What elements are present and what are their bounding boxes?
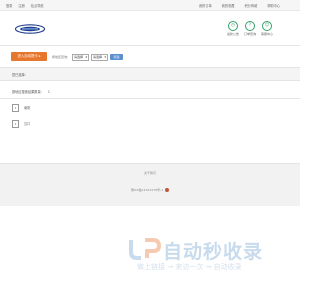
rank-badge: 1: [12, 120, 19, 128]
help-center-link[interactable]: 帮助中心: [267, 4, 280, 8]
support-icon: ☺: [262, 21, 272, 31]
list-item[interactable]: 1 汉口: [12, 120, 30, 128]
icp-record[interactable]: 豫ICP备12021578号-1: [0, 188, 300, 192]
selection-bar: 您已选择：: [0, 67, 300, 81]
site-logo[interactable]: [15, 24, 45, 34]
rank-badge: 1: [12, 104, 19, 112]
list-item-name: 汉口: [24, 122, 31, 126]
my-orders-link[interactable]: 我的订单: [199, 4, 212, 8]
favorites-link[interactable]: 我的收藏: [222, 4, 235, 8]
list-item[interactable]: 1 南阳: [12, 104, 30, 112]
announcement-link[interactable]: ◷ 最新公告: [226, 21, 240, 36]
footer: 关于我们 豫ICP备12021578号-1: [0, 163, 300, 206]
footer-links[interactable]: 关于我们: [0, 171, 300, 175]
results-count: 1: [47, 90, 50, 94]
filter-button[interactable]: 筛选: [110, 54, 123, 60]
login-link[interactable]: 登录: [6, 4, 12, 8]
results-summary: 按地区搜索结果数量： 1: [12, 89, 50, 94]
bell-icon: ◷: [228, 21, 238, 31]
enter-auto-card-button[interactable]: 进入自动提卡 ▸: [11, 52, 47, 61]
selection-label: 您已选择：: [12, 73, 28, 77]
city-select[interactable]: 请选择: [91, 54, 108, 61]
results-summary-label: 按地区搜索结果数量：: [12, 90, 44, 94]
points-mall-link[interactable]: 积分商城: [244, 4, 257, 8]
divider: [0, 98, 300, 99]
province-select[interactable]: 请选择: [72, 54, 89, 61]
query-icon: ?: [245, 21, 255, 31]
register-link[interactable]: 注册: [18, 4, 24, 8]
order-query-link[interactable]: ? 订单查询: [243, 21, 257, 36]
list-item-name: 南阳: [24, 106, 31, 110]
police-badge-icon: [165, 188, 170, 192]
watermark-title: 自动秒收录: [163, 241, 264, 263]
watermark-logo-icon: [129, 238, 162, 260]
divider: [0, 45, 300, 46]
top-utility-bar: 登录 注册 站点导航 我的订单 我的收藏 积分商城 帮助中心: [0, 0, 300, 11]
quick-link-label: 客服中心: [260, 32, 273, 36]
quick-link-label: 最新公告: [226, 32, 239, 36]
region-label: 按地区查询：: [52, 55, 71, 59]
watermark: 自动秒收录 做上链接 → 来访一次 → 自动收录: [123, 232, 283, 277]
quick-link-label: 订单查询: [243, 32, 256, 36]
icp-text: 豫ICP备12021578号-1: [130, 188, 164, 192]
site-nav-link[interactable]: 站点导航: [31, 4, 44, 8]
support-link[interactable]: ☺ 客服中心: [260, 21, 274, 36]
watermark-subtitle: 做上链接 → 来访一次 → 自动收录: [137, 263, 242, 271]
